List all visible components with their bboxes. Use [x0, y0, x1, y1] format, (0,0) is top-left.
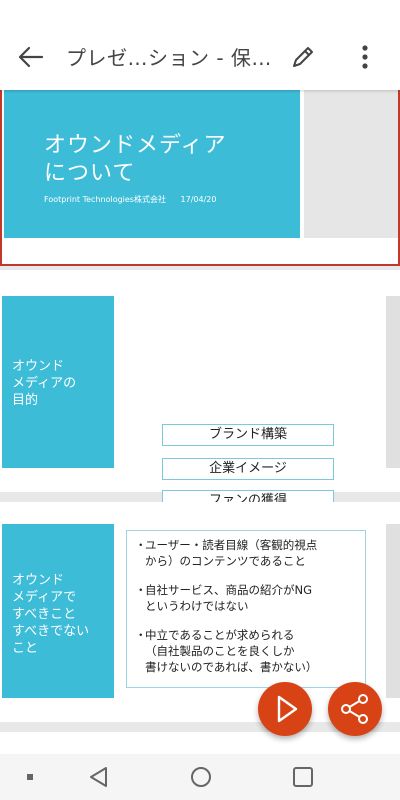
back-arrow-icon[interactable]	[14, 40, 48, 74]
company-name: Footprint Technologies株式会社	[44, 195, 166, 204]
back-triangle-icon[interactable]	[86, 764, 112, 790]
app-bar: プレゼ…ション - 保…	[0, 0, 400, 90]
slide-date: 17/04/20	[180, 195, 217, 204]
system-nav-bar	[0, 754, 400, 800]
slide-title: オウンドメディア について	[44, 133, 227, 186]
slide-edge	[386, 524, 400, 698]
slide-edge	[386, 296, 400, 468]
slide-side-label: オウンド メディアの 目的	[2, 296, 114, 468]
title-slide-cover: オウンドメディア について Footprint Technologies株式会社…	[4, 90, 300, 238]
home-circle-icon[interactable]	[188, 764, 214, 790]
document-title: プレゼ…ション - 保…	[66, 46, 272, 70]
keyword-box: 企業イメージ	[162, 458, 334, 480]
bullet-list: ・ユーザー・読者目線（客観的視点 から）のコンテンツであること ・自社サービス、…	[126, 530, 366, 688]
more-vertical-icon[interactable]	[350, 40, 380, 74]
slide-thumbnail-2[interactable]: オウンド メディアの 目的 ブランド構築 企業イメージ ファンの獲得	[0, 270, 400, 512]
keyword-box: ブランド構築	[162, 424, 334, 446]
slide-thumbnail-1[interactable]: オウンドメディア について Footprint Technologies株式会社…	[0, 90, 400, 266]
pencil-icon[interactable]	[286, 40, 320, 74]
recent-apps-dot-icon[interactable]	[18, 764, 44, 790]
bullet-item: ・中立であることが求められる （自社製品のことを良くしか 書けないのであれば、書…	[135, 628, 318, 674]
play-button[interactable]	[258, 682, 312, 736]
share-button[interactable]	[328, 682, 382, 736]
bullet-item: ・ユーザー・読者目線（客観的視点 から）のコンテンツであること	[135, 538, 318, 568]
overview-square-icon[interactable]	[290, 764, 316, 790]
slide-list[interactable]: オウンドメディア について Footprint Technologies株式会社…	[0, 90, 400, 754]
slide-side-label: オウンド メディアで すべきこと すべきでない こと	[2, 524, 114, 698]
bullet-item: ・自社サービス、商品の紹介がNG というわけではない	[135, 583, 313, 613]
slide-subtitle: Footprint Technologies株式会社 17/04/20	[44, 194, 216, 205]
slide-placeholder-area	[304, 90, 398, 238]
